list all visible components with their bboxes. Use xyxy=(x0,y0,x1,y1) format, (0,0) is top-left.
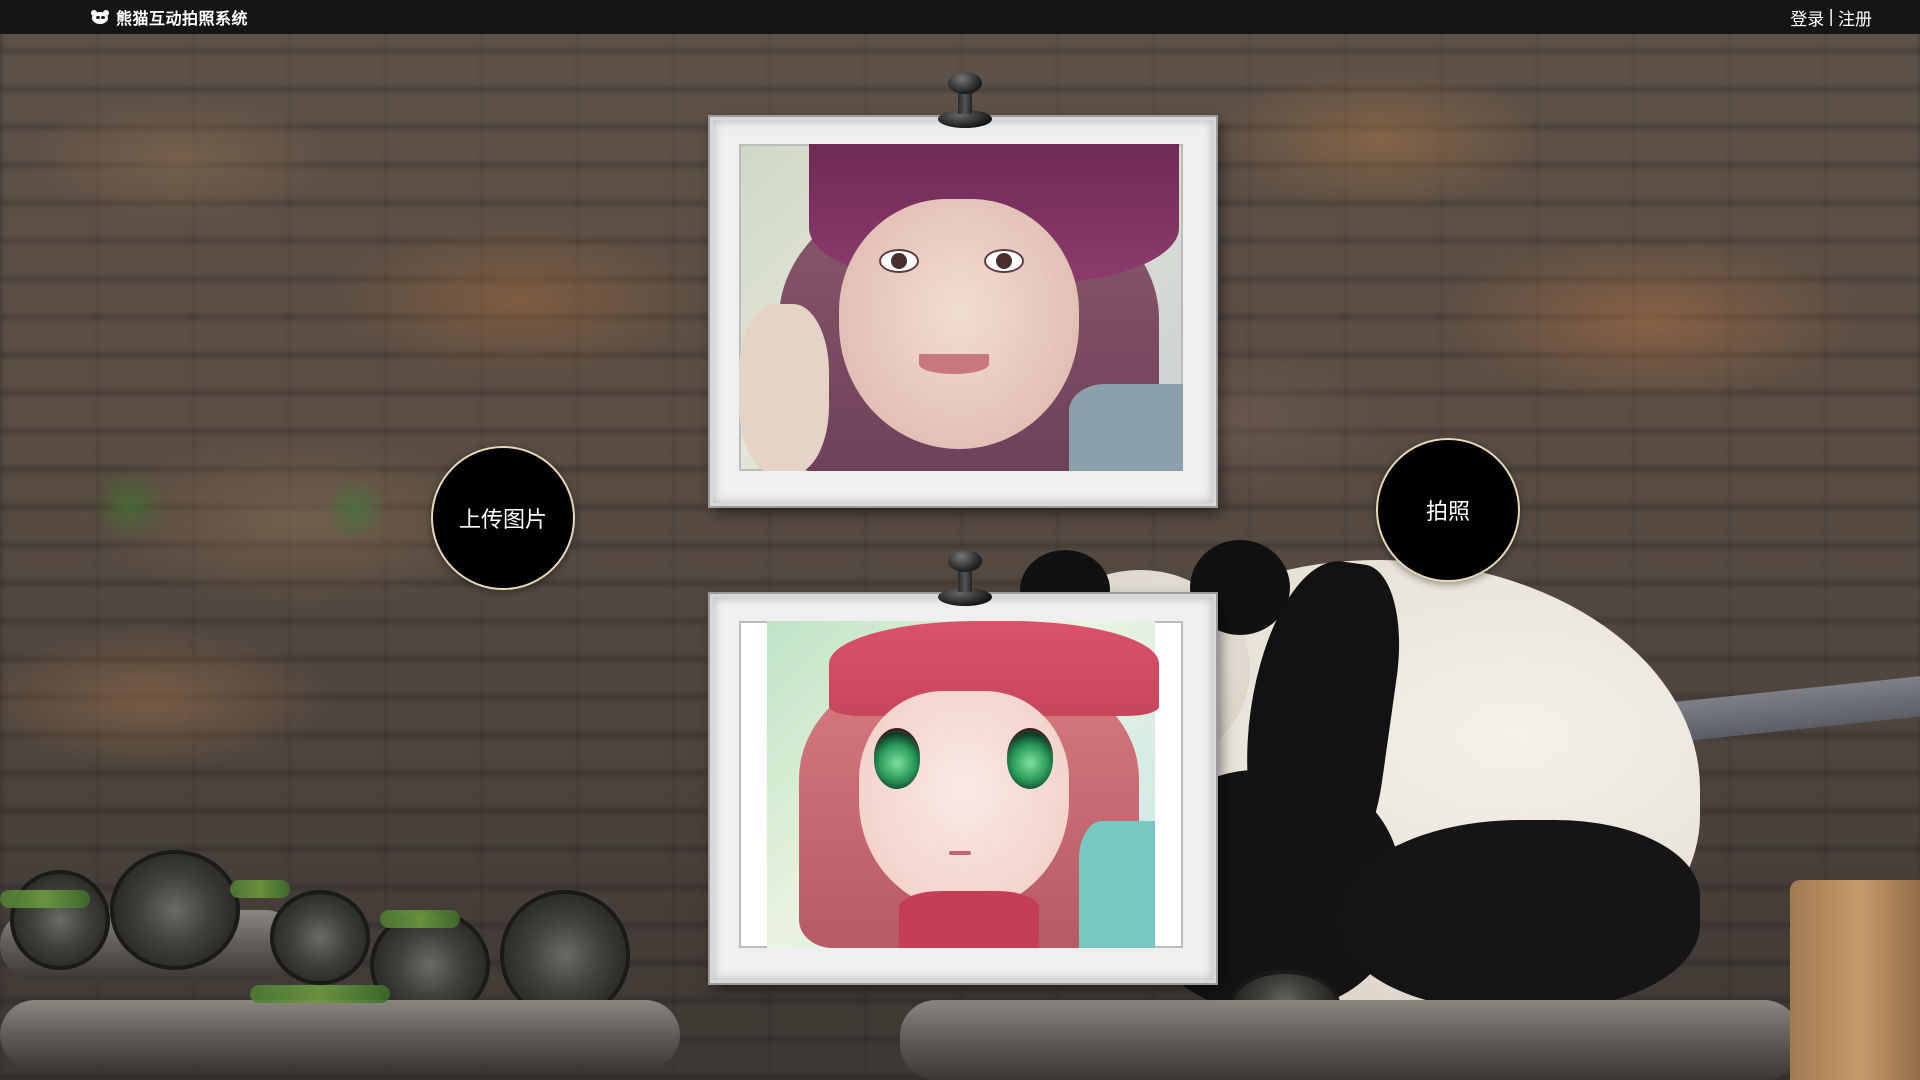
tree-stump xyxy=(1790,880,1920,1080)
anime-result-photo xyxy=(739,621,1183,948)
register-link[interactable]: 注册 xyxy=(1838,5,1872,30)
original-photo xyxy=(739,144,1183,471)
auth-separator: | xyxy=(1828,7,1834,27)
take-photo-button[interactable]: 拍照 xyxy=(1376,438,1520,582)
plant-decoration xyxy=(90,470,170,540)
brand-link[interactable]: 熊猫互动拍照系统 xyxy=(90,5,248,29)
upload-image-button[interactable]: 上传图片 xyxy=(431,446,575,590)
auth-links: 登录 | 注册 xyxy=(1790,5,1872,30)
top-navigation-bar: 熊猫互动拍照系统 登录 | 注册 xyxy=(0,0,1920,34)
original-photo-frame xyxy=(710,117,1216,506)
plant-decoration xyxy=(320,480,390,540)
anime-photo-frame xyxy=(710,594,1216,983)
login-link[interactable]: 登录 xyxy=(1790,5,1824,30)
pushpin-icon xyxy=(938,550,994,610)
panda-icon xyxy=(90,9,110,25)
pushpin-icon xyxy=(938,72,994,132)
app-title: 熊猫互动拍照系统 xyxy=(116,9,249,28)
